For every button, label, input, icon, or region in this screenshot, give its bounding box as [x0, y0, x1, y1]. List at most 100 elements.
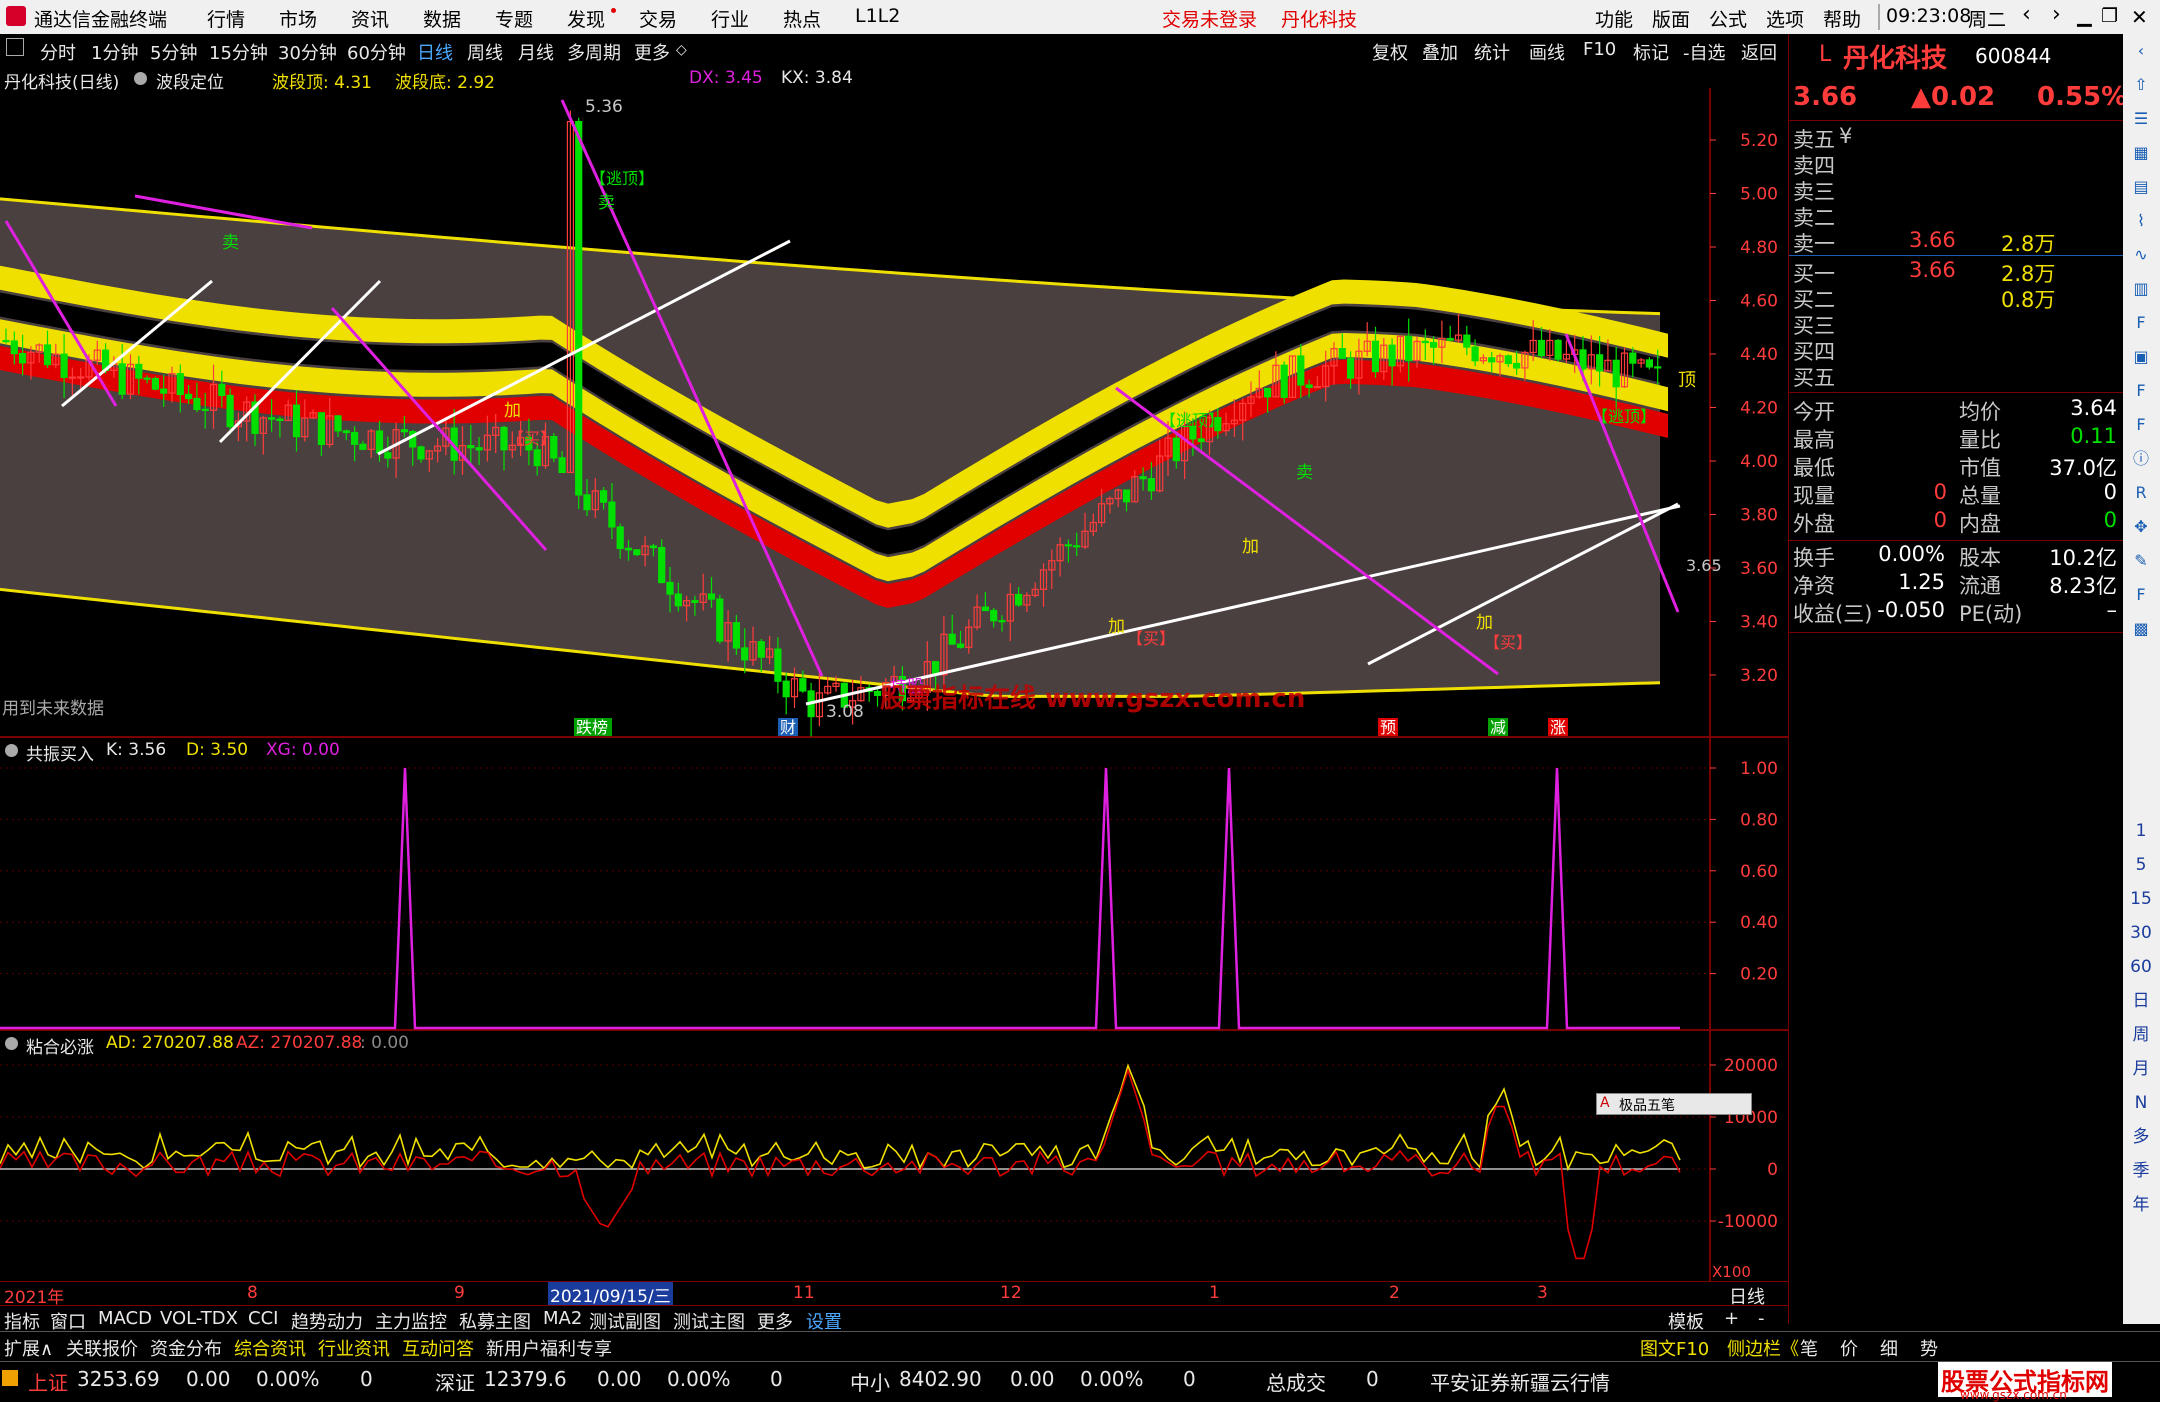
menu-trade[interactable]: 交易 [639, 5, 677, 32]
menu-layout[interactable]: 版面 [1652, 5, 1690, 32]
menu-options[interactable]: 选项 [1766, 5, 1804, 32]
side-period-11[interactable]: 年 [2129, 1194, 2153, 1216]
period-week[interactable]: 周线 [467, 39, 503, 65]
info-icon[interactable]: ⓘ [2129, 448, 2153, 470]
kline-icon[interactable]: ⌇ [2129, 210, 2153, 232]
menu-formula[interactable]: 公式 [1709, 5, 1747, 32]
tab-remove[interactable]: - [1758, 1308, 1765, 1329]
sz-label[interactable]: 深证 [435, 1367, 475, 1396]
rsi-icon[interactable]: R [2129, 482, 2153, 504]
ime-toolbar[interactable]: A 极品五笔 [1596, 1093, 1752, 1115]
tab-general-info[interactable]: 综合资讯 [234, 1335, 306, 1361]
tab-industry-info[interactable]: 行业资讯 [318, 1335, 390, 1361]
side-period-7[interactable]: 月 [2129, 1058, 2153, 1080]
side-period-1[interactable]: 5 [2129, 854, 2153, 876]
restore-icon[interactable]: ❐ [2101, 5, 2118, 27]
ime-name[interactable]: 极品五笔 [1619, 1095, 1675, 1115]
tab-price[interactable]: 价 [1840, 1335, 1858, 1361]
broker-name[interactable]: 平安证券新疆云行情 [1430, 1367, 1610, 1396]
tab-graphic-f10[interactable]: 图文F10 [1640, 1335, 1709, 1361]
period-timeshare[interactable]: 分时 [40, 39, 76, 65]
tab-macd[interactable]: MACD [98, 1308, 152, 1329]
toggle-panel-icon[interactable] [6, 38, 24, 56]
tool-mark[interactable]: 标记 [1633, 39, 1669, 65]
back-nav-icon[interactable]: ‹ [2022, 2, 2031, 27]
side-period-0[interactable]: 1 [2129, 820, 2153, 842]
period-5min[interactable]: 5分钟 [150, 39, 197, 65]
trend-icon[interactable]: ∿ [2129, 244, 2153, 266]
lock-icon[interactable]: ▩ [2129, 618, 2153, 640]
menu-function[interactable]: 功能 [1595, 5, 1633, 32]
back-icon[interactable]: ‹ [2129, 40, 2153, 62]
tool-overlay[interactable]: 叠加 [1422, 39, 1458, 65]
tab-brush[interactable]: 笔 [1800, 1335, 1818, 1361]
sub2-svg[interactable]: 20000100000-10000 [0, 1031, 1788, 1281]
main-indicator-name[interactable]: 波段定位 [156, 68, 224, 93]
menu-news[interactable]: 资讯 [351, 5, 389, 32]
login-status[interactable]: 交易未登录 [1162, 5, 1257, 32]
tab-add[interactable]: + [1724, 1308, 1739, 1329]
zx-label[interactable]: 中小 [850, 1367, 890, 1396]
side-period-3[interactable]: 30 [2129, 922, 2153, 944]
main-chart-panel[interactable]: 5.20 5.00 4.80 4.60 4.40 4.20 4.00 3.80 3.60 3.40… [0, 66, 1788, 738]
side-period-2[interactable]: 15 [2129, 888, 2153, 910]
sub2-dropdown-icon[interactable] [5, 1037, 18, 1050]
menu-data[interactable]: 数据 [423, 5, 461, 32]
fs-icon[interactable]: F [2129, 584, 2153, 606]
indicator-dropdown-icon[interactable] [134, 72, 147, 85]
sub1-dropdown-icon[interactable] [5, 744, 18, 757]
tab-vol-tdx[interactable]: VOL-TDX [160, 1308, 238, 1329]
menu-topics[interactable]: 专题 [495, 5, 533, 32]
period-multi[interactable]: 多周期 [567, 39, 621, 65]
fz-icon[interactable]: F [2129, 414, 2153, 436]
tab-cci[interactable]: CCI [248, 1308, 278, 1329]
tool-draw[interactable]: 画线 [1529, 39, 1565, 65]
tab-ma2[interactable]: MA2 [543, 1308, 582, 1329]
side-period-6[interactable]: 周 [2129, 1024, 2153, 1046]
list-icon[interactable]: ☰ [2129, 108, 2153, 130]
table-icon[interactable]: ▤ [2129, 176, 2153, 198]
side-period-5[interactable]: 日 [2129, 990, 2153, 1012]
close-icon[interactable]: ✕ [2131, 5, 2148, 29]
period-day[interactable]: 日线 [417, 39, 453, 65]
tool-stats[interactable]: 统计 [1474, 39, 1510, 65]
tab-related-quotes[interactable]: 关联报价 [66, 1335, 138, 1361]
menu-help[interactable]: 帮助 [1823, 5, 1861, 32]
tool-return[interactable]: 返回 [1741, 39, 1777, 65]
f-icon[interactable]: F [2129, 380, 2153, 402]
menu-hot[interactable]: 热点 [783, 5, 821, 32]
period-60min[interactable]: 60分钟 [347, 39, 406, 65]
sub1-svg[interactable]: 1.00 0.80 0.60 0.40 0.20 [0, 738, 1788, 1031]
period-month[interactable]: 月线 [518, 39, 554, 65]
tool-f10[interactable]: F10 [1583, 39, 1616, 60]
tab-expand[interactable]: 扩展∧ [4, 1335, 53, 1361]
menu-industry[interactable]: 行业 [711, 5, 749, 32]
sub1-title[interactable]: 共振买入 [26, 740, 94, 765]
sh-label[interactable]: 上证 [28, 1367, 68, 1396]
main-chart-svg[interactable]: 5.20 5.00 4.80 4.60 4.40 4.20 4.00 3.80 3.60 3.40… [0, 66, 1788, 738]
up-icon[interactable]: ⇧ [2129, 74, 2153, 96]
chart-icon[interactable]: ▦ [2129, 142, 2153, 164]
more-arrow-icon[interactable]: ◇ [676, 42, 687, 58]
tab-detail[interactable]: 细 [1880, 1335, 1898, 1361]
period-more[interactable]: 更多 [634, 39, 670, 65]
menu-discover[interactable]: 发现 [567, 5, 605, 32]
side-period-8[interactable]: N [2129, 1092, 2153, 1114]
sub-chart-1[interactable]: 1.00 0.80 0.60 0.40 0.20 共振买入 K: 3.56 D: 3.5… [0, 738, 1788, 1031]
tab-sidebar[interactable]: 侧边栏《 [1727, 1335, 1799, 1361]
sub2-title[interactable]: 粘合必涨 [26, 1033, 94, 1058]
menu-market[interactable]: 市场 [279, 5, 317, 32]
tool-watchlist[interactable]: -自选 [1683, 39, 1726, 65]
minimize-icon[interactable]: ▁ [2077, 5, 2092, 27]
move-icon[interactable]: ✥ [2129, 516, 2153, 538]
forward-nav-icon[interactable]: › [2052, 2, 2061, 27]
status-flag-icon[interactable] [2, 1370, 18, 1386]
tab-qa[interactable]: 互动问答 [402, 1335, 474, 1361]
pen-icon[interactable]: ✎ [2129, 550, 2153, 572]
tab-fund-distribution[interactable]: 资金分布 [150, 1335, 222, 1361]
period-1min[interactable]: 1分钟 [91, 39, 138, 65]
tab-new-user[interactable]: 新用户福利专享 [486, 1335, 612, 1361]
f10-icon[interactable]: F [2129, 312, 2153, 334]
period-30min[interactable]: 30分钟 [278, 39, 337, 65]
finance-icon[interactable]: ▥ [2129, 278, 2153, 300]
